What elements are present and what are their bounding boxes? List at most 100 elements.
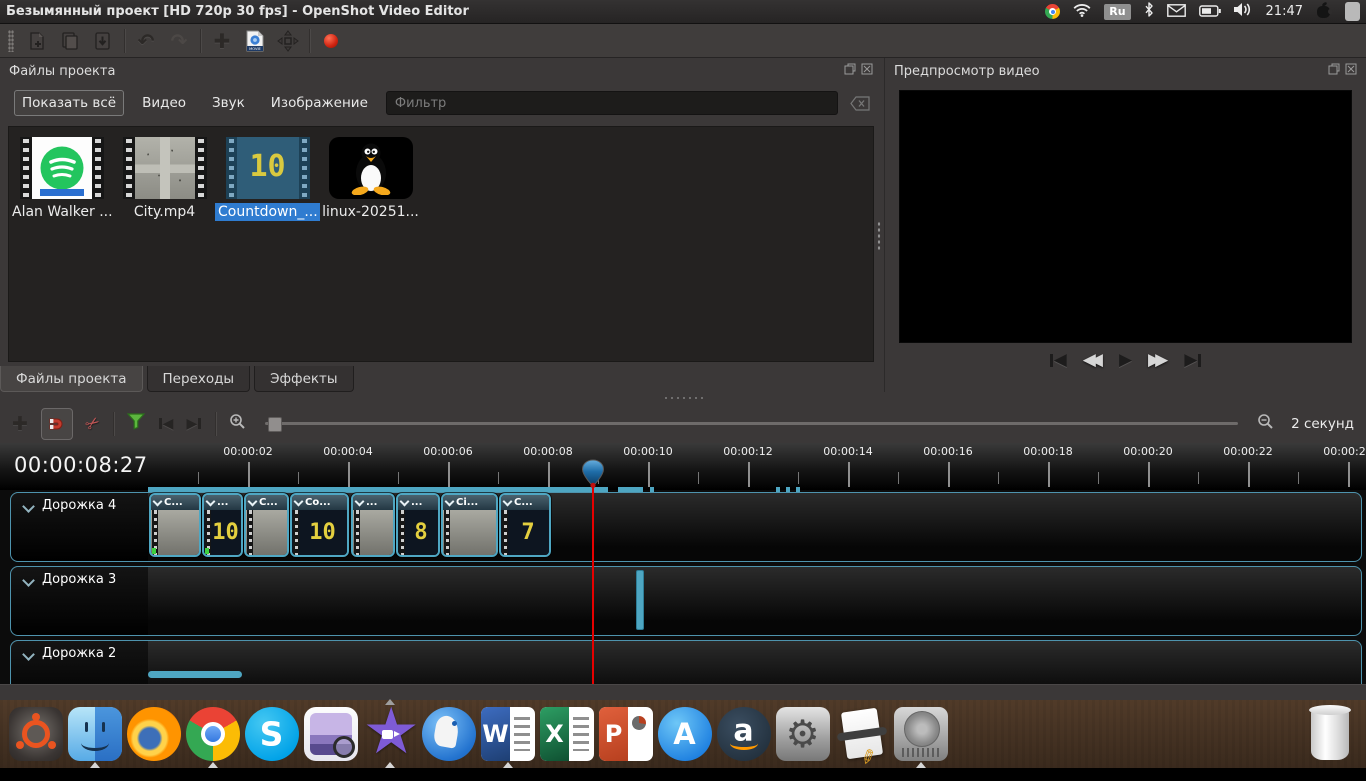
zoom-in-icon[interactable] [229,413,246,434]
jump-end-button[interactable]: ▶ [1184,352,1202,369]
jump-start-button[interactable]: ◀ [1049,352,1067,369]
timeline-scrollbar[interactable] [148,671,242,678]
ruler-tick [348,462,350,487]
new-project-icon[interactable] [25,28,49,54]
clip[interactable]: C...7 [499,493,551,557]
toolbar-grip[interactable] [8,30,14,52]
chevron-down-icon[interactable] [153,497,163,507]
chevron-down-icon[interactable] [206,497,216,507]
dock-item-ubuntu[interactable] [8,705,63,768]
close-panel-icon[interactable] [861,63,873,79]
razor-tool-icon[interactable]: ✂ [86,414,100,434]
import-files-icon[interactable]: ✚ [210,28,234,54]
dock-item-firefox[interactable] [126,705,181,768]
zoom-scale-label: 2 секунд [1291,416,1354,432]
chrome-tray-icon[interactable] [1045,4,1060,19]
filter-video-button[interactable]: Видео [134,90,194,116]
dock-item-chrome[interactable] [185,705,240,768]
wifi-icon[interactable] [1073,2,1091,21]
dock-item-installer[interactable]: ✎ [834,705,889,768]
chevron-down-icon[interactable] [503,497,513,507]
play-button[interactable]: ▶ [1119,352,1132,369]
chevron-down-icon[interactable] [22,648,35,661]
chevron-down-icon[interactable] [445,497,455,507]
dock-item-word[interactable]: W [480,705,535,768]
next-marker-icon[interactable]: ▶ [186,416,201,432]
chevron-down-icon[interactable] [22,500,35,513]
video-preview-screen[interactable] [899,90,1352,343]
dock-item-finder[interactable] [67,705,122,768]
apple-menu-icon[interactable] [1316,1,1332,23]
battery-icon[interactable] [1199,2,1221,21]
filter-input[interactable] [386,91,838,115]
clear-filter-icon[interactable] [850,96,870,111]
tab-effects[interactable]: Эффекты [254,366,354,392]
tab-project-files[interactable]: Файлы проекта [0,366,143,392]
dock-item-excel[interactable]: X [539,705,594,768]
dock-item-skype[interactable]: S [244,705,299,768]
clip[interactable]: Co...10 [290,493,349,557]
keyboard-layout-indicator[interactable]: Ru [1104,4,1130,20]
mail-icon[interactable] [1167,2,1186,21]
export-file-icon[interactable]: MOVIE [243,28,267,54]
chevron-down-icon[interactable] [400,497,410,507]
save-project-icon[interactable] [91,28,115,54]
dock-item-harddrive[interactable] [893,705,948,768]
clip[interactable]: Ci... [441,493,498,557]
chevron-down-icon[interactable] [355,497,365,507]
file-item-3[interactable]: linux-20251... [320,137,421,221]
float-panel-icon[interactable] [1328,63,1340,79]
clip[interactable] [636,570,644,630]
trash-icon[interactable] [1311,709,1349,760]
file-item-1[interactable]: City.mp4 [114,137,215,221]
dock-item-photos[interactable] [303,705,358,768]
zoom-slider[interactable] [265,422,1238,425]
tray-widget[interactable] [1345,2,1360,21]
timeline-ruler[interactable]: 00:00:08:27 00:00:0200:00:0400:00:0600:0… [0,443,1366,490]
filter-image-button[interactable]: Изображение [263,90,376,116]
export-video-icon[interactable] [319,28,343,54]
snapping-toggle[interactable] [41,408,73,440]
previous-marker-icon[interactable]: ◀ [158,416,173,432]
clip[interactable]: ...10 [202,493,243,557]
clip[interactable]: C... [244,493,289,557]
dock-item-eagle[interactable] [421,705,476,768]
bluetooth-icon[interactable] [1144,2,1154,21]
dock-item-powerpoint[interactable]: P [598,705,653,768]
ruler-label: 00:00:02 [223,445,272,458]
chevron-down-icon[interactable] [22,574,35,587]
clip[interactable]: C... [149,493,201,557]
chevron-down-icon[interactable] [248,497,258,507]
dock-item-amazon[interactable]: a [716,705,771,768]
clip[interactable]: ... [351,493,395,557]
dock-item-imovie[interactable]: ★ [362,705,417,768]
add-marker-icon[interactable] [127,413,145,434]
fast-forward-button[interactable]: ▶▶ [1148,352,1168,369]
dock-item-settings[interactable]: ⚙ [775,705,830,768]
clock[interactable]: 21:47 [1266,4,1303,19]
playhead-marker[interactable] [581,459,605,493]
chevron-down-icon[interactable] [294,497,304,507]
file-name: linux-20251... [319,203,422,221]
horizontal-splitter-handle[interactable] [663,396,707,400]
vertical-splitter-handle[interactable] [877,221,881,251]
volume-icon[interactable] [1234,2,1253,21]
zoom-out-icon[interactable] [1257,413,1274,434]
filter-show-all-button[interactable]: Показать всё [14,90,124,116]
float-panel-icon[interactable] [844,63,856,79]
filter-audio-button[interactable]: Звук [204,90,253,116]
ruler-label: 00:00:12 [723,445,772,458]
undo-icon[interactable]: ↶ [134,28,158,54]
file-item-2[interactable]: 10Countdown_... [217,137,318,221]
clip[interactable]: ...8 [396,493,440,557]
add-track-icon[interactable]: ✚ [12,413,28,435]
fullscreen-icon[interactable] [276,28,300,54]
close-panel-icon[interactable] [1345,63,1357,79]
tab-transitions[interactable]: Переходы [147,366,251,392]
dock-item-appstore[interactable]: A [657,705,712,768]
ruler-label: 00:00:20 [1123,445,1172,458]
zoom-slider-handle[interactable] [268,417,282,432]
open-project-icon[interactable] [58,28,82,54]
file-item-0[interactable]: Alan Walker ... [11,137,112,221]
rewind-button[interactable]: ◀◀ [1083,352,1103,369]
